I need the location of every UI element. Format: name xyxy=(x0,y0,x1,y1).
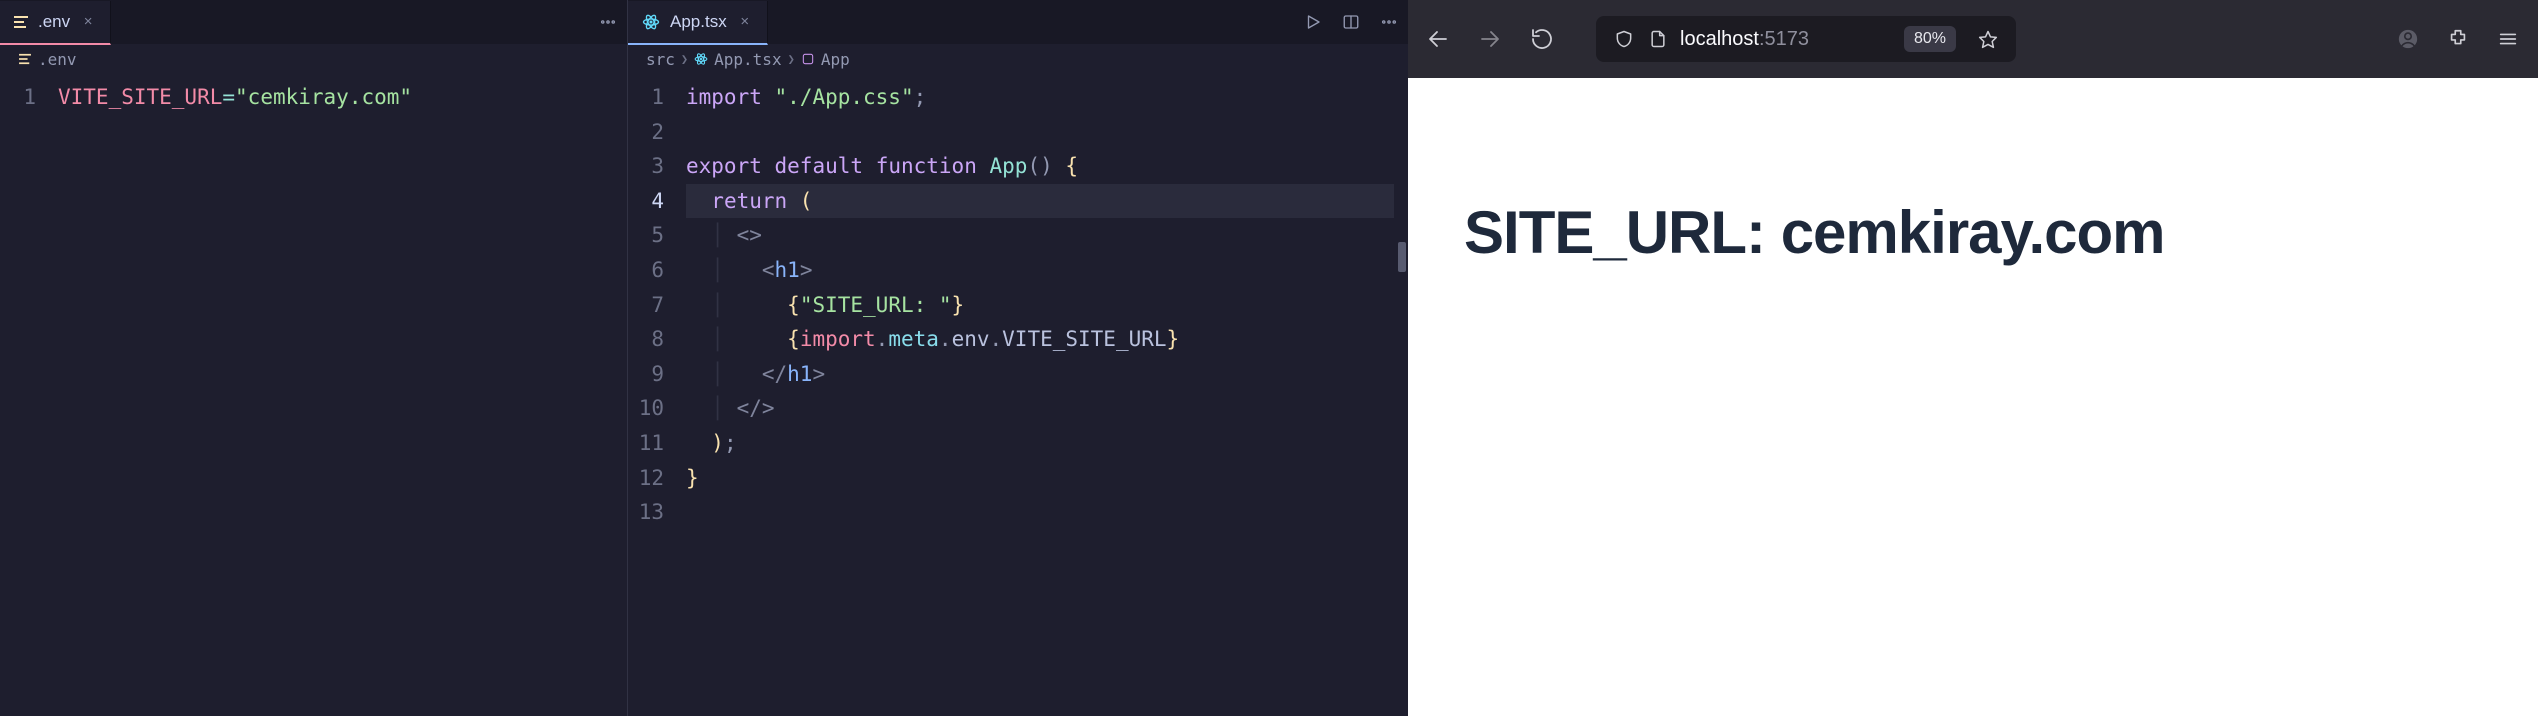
code-line: │ {import.meta.env.VITE_SITE_URL} xyxy=(686,322,1394,357)
run-icon[interactable] xyxy=(1304,13,1322,31)
code-line: import "./App.css"; xyxy=(686,80,1394,115)
line-number: 1 xyxy=(628,80,686,115)
line-number: 1 xyxy=(0,80,58,115)
urlbar-container: localhost:5173 80% xyxy=(1596,16,2364,62)
tab-env[interactable]: .env × xyxy=(0,1,111,45)
breadcrumb-item[interactable]: App.tsx xyxy=(714,50,781,69)
shield-icon[interactable] xyxy=(1612,27,1636,51)
menu-icon[interactable] xyxy=(2496,27,2520,51)
env-file-icon xyxy=(14,16,28,28)
page-heading: SITE_URL: cemkiray.com xyxy=(1464,198,2165,267)
code-line xyxy=(686,495,1394,530)
tab-bar-left: .env × xyxy=(0,0,627,44)
breadcrumb-right: src ❯ App.tsx ❯ App xyxy=(628,44,1408,74)
code-line xyxy=(686,115,1394,150)
line-number: 6 xyxy=(628,253,686,288)
symbol-method-icon xyxy=(801,52,815,66)
url-bar[interactable]: localhost:5173 80% xyxy=(1596,16,2016,62)
line-number: 13 xyxy=(628,495,686,530)
editor-pane-right: App.tsx × src ❯ App.tsx ❯ App 1 xyxy=(628,0,1408,716)
tab-actions-left xyxy=(599,0,617,44)
breadcrumb-item[interactable]: App xyxy=(821,50,850,69)
tab-app-tsx[interactable]: App.tsx × xyxy=(628,1,768,45)
tab-actions-right xyxy=(1304,0,1398,44)
tab-bar-right: App.tsx × xyxy=(628,0,1408,44)
account-icon[interactable] xyxy=(2396,27,2420,51)
line-number: 11 xyxy=(628,426,686,461)
nav-buttons xyxy=(1426,27,1554,51)
reload-icon[interactable] xyxy=(1530,27,1554,51)
extensions-icon[interactable] xyxy=(2446,27,2470,51)
react-file-icon xyxy=(642,13,660,31)
line-number: 5 xyxy=(628,218,686,253)
bookmark-star-icon[interactable] xyxy=(1976,27,2000,51)
code-line: │ {"SITE_URL: "} xyxy=(686,288,1394,323)
code-area-right[interactable]: 1 2 3 4 5 6 7 8 9 10 11 12 13 import "./… xyxy=(628,74,1408,716)
breadcrumb-item[interactable]: src xyxy=(646,50,675,69)
code-line: │ </h1> xyxy=(686,357,1394,392)
tab-close-icon[interactable]: × xyxy=(737,13,753,30)
code-body[interactable]: VITE_SITE_URL="cemkiray.com" xyxy=(58,74,627,716)
more-icon[interactable] xyxy=(599,13,617,31)
tab-close-icon[interactable]: × xyxy=(80,13,96,30)
gutter: 1 2 3 4 5 6 7 8 9 10 11 12 13 xyxy=(628,74,686,716)
code-line: ); xyxy=(686,426,1394,461)
zoom-badge[interactable]: 80% xyxy=(1904,26,1956,52)
code-line: │ </> xyxy=(686,391,1394,426)
forward-icon[interactable] xyxy=(1478,27,1502,51)
breadcrumb-left: .env xyxy=(0,44,627,74)
browser-window: localhost:5173 80% SITE_URL: cemkiray.co… xyxy=(1408,0,2538,716)
browser-viewport[interactable]: SITE_URL: cemkiray.com xyxy=(1408,78,2538,716)
split-editor-icon[interactable] xyxy=(1342,13,1360,31)
code-area-left[interactable]: 1 VITE_SITE_URL="cemkiray.com" xyxy=(0,74,627,716)
chevron-right-icon: ❯ xyxy=(788,52,795,66)
code-line: VITE_SITE_URL="cemkiray.com" xyxy=(58,80,627,115)
tab-label: .env xyxy=(38,12,70,32)
line-number: 8 xyxy=(628,322,686,357)
back-icon[interactable] xyxy=(1426,27,1450,51)
env-file-icon xyxy=(18,53,32,65)
line-number: 12 xyxy=(628,461,686,496)
line-number: 7 xyxy=(628,288,686,323)
line-number: 9 xyxy=(628,357,686,392)
line-number: 4 xyxy=(628,184,686,219)
url-text: localhost:5173 xyxy=(1680,28,1809,51)
code-line: } xyxy=(686,461,1394,496)
code-body[interactable]: import "./App.css"; export default funct… xyxy=(686,74,1394,716)
browser-toolbar: localhost:5173 80% xyxy=(1408,0,2538,78)
breadcrumb-item[interactable]: .env xyxy=(38,50,77,69)
line-number: 2 xyxy=(628,115,686,150)
toolbar-right xyxy=(2396,27,2520,51)
gutter: 1 xyxy=(0,74,58,716)
code-line: return ( xyxy=(686,184,1394,219)
minimap[interactable] xyxy=(1394,74,1408,716)
code-line: │ <> xyxy=(686,218,1394,253)
line-number: 3 xyxy=(628,149,686,184)
page-info-icon[interactable] xyxy=(1646,27,1670,51)
more-icon[interactable] xyxy=(1380,13,1398,31)
tab-label: App.tsx xyxy=(670,12,727,32)
chevron-right-icon: ❯ xyxy=(681,52,688,66)
code-line: │ <h1> xyxy=(686,253,1394,288)
editor-pane-left: .env × .env 1 VITE_SITE_URL="cemkiray.co… xyxy=(0,0,628,716)
react-file-icon xyxy=(694,52,708,66)
code-line: export default function App() { xyxy=(686,149,1394,184)
line-number: 10 xyxy=(628,391,686,426)
